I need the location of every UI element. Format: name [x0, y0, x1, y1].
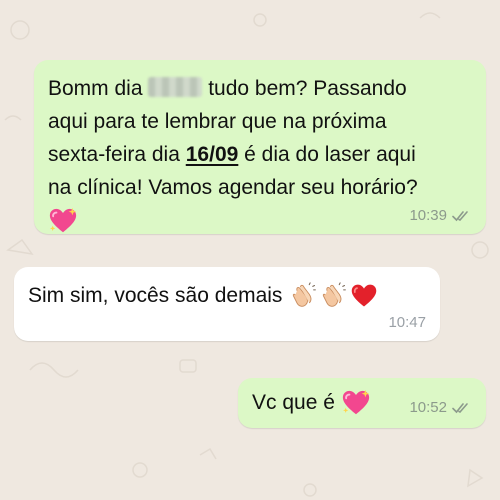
read-receipt-icon: [452, 210, 468, 221]
message-text-line: Sim sim, vocês são demais: [28, 284, 283, 307]
message-text-part: Bomm dia: [48, 77, 143, 100]
clapping-hands-icon: [323, 281, 347, 307]
emoji-group: [290, 281, 378, 310]
message-text-line: aqui para te lembrar que na próxima: [48, 110, 387, 133]
message-text-part: sexta-feira dia: [48, 143, 180, 166]
red-heart-icon: [352, 284, 377, 306]
message-meta: 10:39: [409, 207, 472, 224]
message-text-part: é dia do laser aqui: [244, 143, 416, 166]
read-receipt-icon: [452, 402, 468, 413]
message-bubble-incoming[interactable]: Sim sim, vocês são demais 10:47: [14, 267, 440, 341]
message-time: 10:52: [409, 399, 447, 416]
message-text-line: na clínica! Vamos agendar seu horário?: [48, 176, 418, 199]
message-text-line: Vc que é: [252, 391, 335, 414]
message-text-part: tudo bem? Passando: [208, 77, 407, 100]
message-text: Bomm dia tudo bem? Passando aqui para te…: [48, 72, 472, 237]
clapping-hands-icon: [293, 281, 317, 307]
sparkling-heart-icon: [342, 389, 370, 414]
message-time: 10:39: [409, 207, 447, 224]
message-bubble-outgoing[interactable]: Vc que é 10:52: [238, 378, 486, 428]
message-meta: 10:52: [409, 399, 472, 416]
message-time: 10:47: [388, 314, 426, 331]
message-meta: 10:47: [388, 314, 426, 331]
date-link[interactable]: 16/09: [186, 143, 239, 166]
message-text: Sim sim, vocês são demais: [28, 279, 428, 312]
redacted-name: [148, 77, 203, 97]
sparkling-heart-icon: [49, 208, 77, 233]
message-bubble-outgoing[interactable]: Bomm dia tudo bem? Passando aqui para te…: [34, 60, 486, 234]
